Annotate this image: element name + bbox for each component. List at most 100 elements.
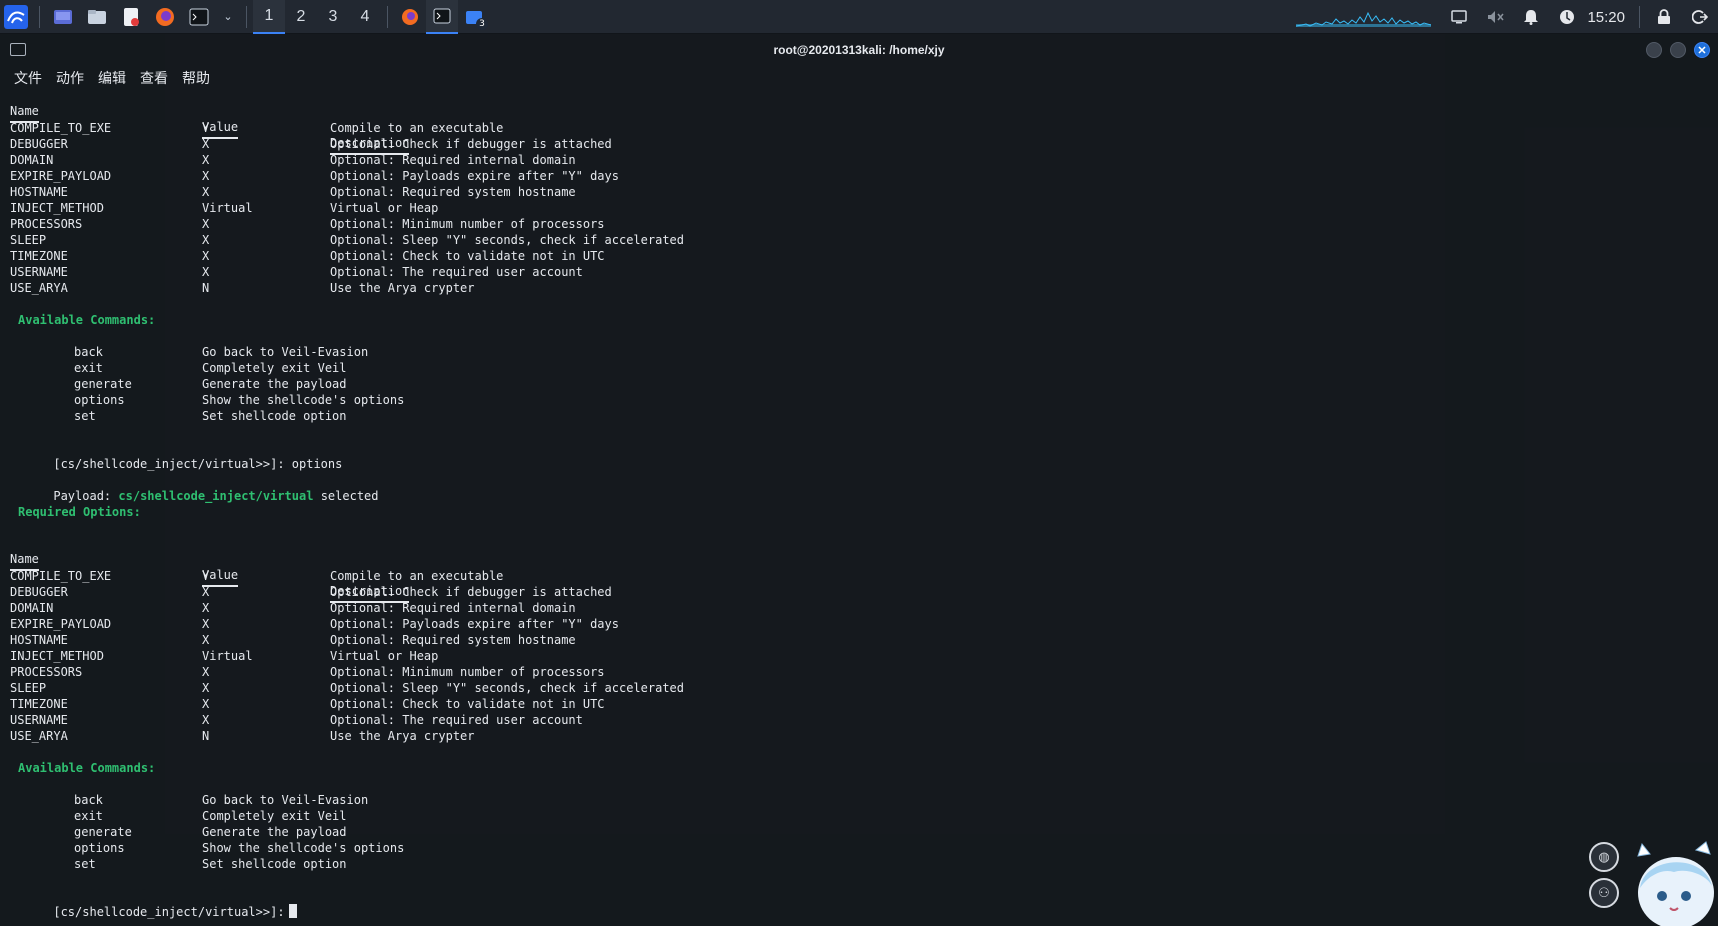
power-status-icon[interactable] [1557,7,1577,27]
menu-edit[interactable]: 编辑 [98,68,126,88]
option-row: SLEEP X Optional: Sleep "Y" seconds, check… [10,232,1410,248]
display-icon[interactable] [1449,7,1469,27]
floating-widget-button[interactable]: ◍ [1589,842,1619,872]
option-description: Compile to an executable [330,121,504,135]
cpu-graph-icon [1296,11,1432,27]
payload-line: Payload: cs/shellcode_inject/virtual sel… [10,472,1410,503]
option-description: Virtual or Heap [330,649,439,663]
option-description: Optional: Minimum number of processors [330,665,605,679]
clock[interactable]: 15:20 [1587,9,1625,26]
command-description: Set shellcode option [202,409,347,423]
text-cursor [288,904,297,918]
taskbar: ⌄ 1 2 3 4 3 15:20 [0,0,1718,34]
option-description: Optional: Check to validate not in UTC [330,697,605,711]
option-value: X [202,249,210,263]
firefox-icon[interactable] [153,5,177,29]
section-heading: Available Commands: [10,760,1410,776]
workspace-1[interactable]: 1 [253,0,285,34]
option-value: N [202,281,210,295]
option-description: Optional: The required user account [330,265,583,279]
kali-menu-icon[interactable] [4,4,28,29]
option-row: HOSTNAME X Optional: Required system hostn… [10,184,1410,200]
option-value: X [202,617,210,631]
terminal-window[interactable]: root@20201313kali: /home/xjy ✕ 文件 动作 编辑 … [0,34,1718,926]
option-description: Compile to an executable [330,569,504,583]
terminal-icon [10,43,26,56]
option-row: COMPILE_TO_EXE Y Compile to an executable [10,120,1410,136]
available-commands-heading: Available Commands: [18,761,156,775]
available-commands-heading: Available Commands: [18,313,156,327]
workspace-3[interactable]: 3 [317,0,349,34]
minimize-button[interactable] [1646,42,1662,58]
taskbar-separator [387,5,388,28]
prompt-line-active[interactable]: [cs/shellcode_inject/virtual>>]: [10,888,1410,919]
command-name: options [74,393,125,407]
option-row: SLEEP X Optional: Sleep "Y" seconds, check… [10,680,1410,696]
chevron-down-icon[interactable]: ⌄ [221,5,235,29]
text-editor-icon[interactable] [119,5,143,29]
workspace-4[interactable]: 4 [349,0,381,34]
option-row: INJECT_METHOD Virtual Virtual or Heap [10,648,1410,664]
taskbar-terminal-window[interactable] [426,0,458,34]
menu-actions[interactable]: 动作 [56,68,84,88]
floating-widget-button[interactable]: ⚇ [1589,878,1619,908]
option-value: X [202,169,210,183]
option-description: Optional: Check if debugger is attached [330,137,612,151]
logout-icon[interactable] [1690,7,1710,27]
option-value: X [202,233,210,247]
option-name: TIMEZONE [10,249,68,263]
maximize-button[interactable] [1670,42,1686,58]
notification-bell-icon[interactable] [1521,7,1541,27]
option-name: SLEEP [10,233,47,247]
option-name: USERNAME [10,713,68,727]
command-row: back Go back to Veil-Evasion [10,792,1410,808]
option-name: EXPIRE_PAYLOAD [10,169,112,183]
menu-view[interactable]: 查看 [140,68,168,88]
option-description: Optional: Required internal domain [330,153,576,167]
option-description: Virtual or Heap [330,201,439,215]
command-row: options Show the shellcode's options [10,392,1410,408]
options-table: COMPILE_TO_EXE Y Compile to an executable D… [10,120,1410,296]
menu-file[interactable]: 文件 [14,68,42,88]
taskbar-separator [39,5,40,28]
menu-help[interactable]: 帮助 [182,68,210,88]
command-description: Completely exit Veil [202,809,347,823]
command-row: generate Generate the payload [10,376,1410,392]
option-name: PROCESSORS [10,665,83,679]
options-header-row: Name Value Description [10,536,1410,603]
command-row: exit Completely exit Veil [10,808,1410,824]
command-description: Completely exit Veil [202,361,347,375]
terminal-icon [433,8,451,23]
option-description: Optional: Minimum number of processors [330,217,605,231]
option-value: X [202,265,210,279]
terminal-output[interactable]: Name Value Description COMPILE_TO_EXE Y Co… [10,88,1410,919]
option-name: DEBUGGER [10,137,68,151]
option-value: X [202,713,210,727]
volume-muted-icon[interactable] [1485,7,1505,27]
command-description: Generate the payload [202,377,347,391]
window-titlebar[interactable]: root@20201313kali: /home/xjy ✕ [0,34,1718,66]
desktop-icon[interactable] [51,5,75,29]
command-description: Show the shellcode's options [202,841,405,855]
close-button[interactable]: ✕ [1694,42,1710,58]
command-description: Generate the payload [202,825,347,839]
option-row: USE_ARYA N Use the Arya crypter [10,280,1410,296]
lock-icon[interactable] [1654,7,1674,27]
terminal-icon[interactable] [187,5,211,29]
command-description: Go back to Veil-Evasion [202,793,369,807]
workspace-2[interactable]: 2 [285,0,317,34]
options-header-row: Name Value Description [10,88,1410,155]
option-description: Optional: Required system hostname [330,185,576,199]
command-name: set [74,409,96,423]
taskbar-file-manager-window[interactable]: 3 [458,0,490,34]
close-icon: ✕ [1697,44,1707,57]
anime-mascot-image [1637,841,1714,926]
option-name: USE_ARYA [10,729,68,743]
option-value: X [202,585,210,599]
option-name: EXPIRE_PAYLOAD [10,617,112,631]
taskbar-firefox-window[interactable] [394,0,426,34]
folder-icon[interactable] [85,5,109,29]
option-value: Virtual [202,649,253,663]
option-description: Optional: Required system hostname [330,633,576,647]
